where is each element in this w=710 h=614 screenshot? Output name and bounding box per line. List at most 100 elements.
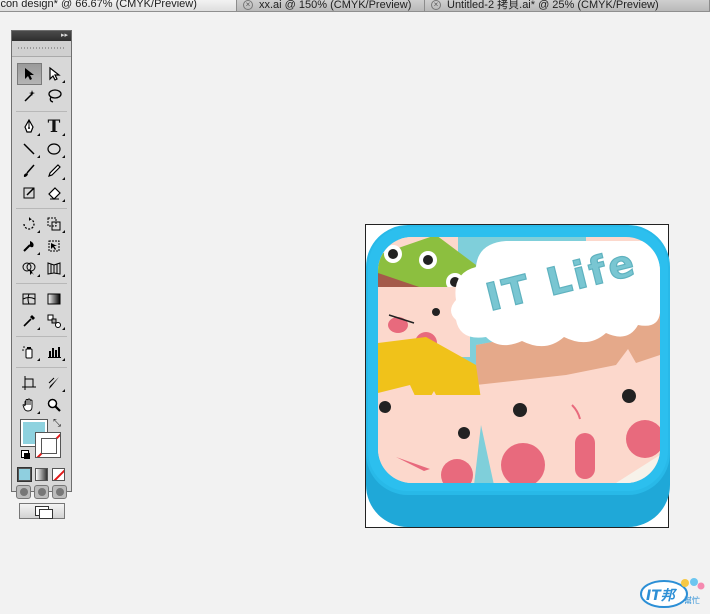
collapse-panel-icon[interactable]: ▸▸ xyxy=(61,31,68,41)
magic-wand-icon xyxy=(24,90,35,102)
flyout-indicator xyxy=(36,274,40,277)
flyout-indicator xyxy=(36,327,40,330)
spray-can-icon xyxy=(22,346,33,359)
hollow-arrow-icon xyxy=(49,66,61,81)
artboard[interactable]: IT Life xyxy=(365,224,670,528)
close-tab-icon[interactable]: × xyxy=(243,0,253,10)
symbol-sprayer-tool[interactable] xyxy=(17,341,42,363)
zoom-tool[interactable] xyxy=(42,394,67,416)
bar-graph-icon xyxy=(48,347,61,358)
rotate-tool[interactable] xyxy=(17,213,42,235)
perspective-grid-tool[interactable] xyxy=(42,257,67,279)
warp-tool[interactable] xyxy=(17,235,42,257)
tab-label: xx.ai @ 150% (CMYK/Preview) xyxy=(259,0,412,11)
swap-fill-stroke-icon[interactable]: ⤡ xyxy=(53,418,61,429)
scale-tool[interactable] xyxy=(42,213,67,235)
tab-label: icon design* @ 66.67% (CMYK/Preview) xyxy=(0,0,197,10)
magnifier-icon xyxy=(47,398,61,412)
pen-nib-icon xyxy=(24,119,34,133)
mesh-tool[interactable] xyxy=(17,288,42,310)
eraser-tool[interactable] xyxy=(42,182,67,204)
gradient-tool[interactable] xyxy=(42,288,67,310)
ellipse-icon xyxy=(47,143,61,155)
artboard-tool[interactable] xyxy=(17,372,42,394)
flyout-indicator xyxy=(61,80,65,83)
gradient-icon xyxy=(47,293,61,305)
flyout-indicator xyxy=(36,230,40,233)
flyout-indicator xyxy=(36,252,40,255)
slice-knife-icon xyxy=(48,377,59,389)
tab-untitled-2[interactable]: × Untitled-2 拷貝.ai* @ 25% (CMYK/Preview) xyxy=(425,0,710,11)
slice-tool[interactable] xyxy=(42,372,67,394)
tab-xx[interactable]: × xx.ai @ 150% (CMYK/Preview) xyxy=(237,0,425,11)
tools-panel-header[interactable]: ▸▸ xyxy=(12,31,71,41)
ellipse-tool[interactable] xyxy=(42,138,67,160)
tab-icon-design[interactable]: icon design* @ 66.67% (CMYK/Preview) xyxy=(0,0,237,11)
blend-tool[interactable] xyxy=(42,310,67,332)
shape-builder-tool[interactable] xyxy=(17,257,42,279)
tab-label: Untitled-2 拷貝.ai* @ 25% (CMYK/Preview) xyxy=(447,0,659,11)
magic-wand-tool[interactable] xyxy=(17,85,42,107)
fill-stroke-area: ⤡ xyxy=(12,418,71,466)
stroke-color-swatch[interactable] xyxy=(35,432,61,458)
none-mode-button[interactable] xyxy=(52,468,65,481)
flyout-indicator xyxy=(36,358,40,361)
flyout-indicator xyxy=(36,133,40,136)
arrow-pointer-icon xyxy=(25,68,34,80)
pencil-icon xyxy=(48,164,61,177)
draw-normal-button[interactable] xyxy=(16,485,31,499)
flyout-indicator xyxy=(61,133,65,136)
blend-icon xyxy=(47,314,61,328)
column-graph-tool[interactable] xyxy=(42,341,67,363)
scale-icon xyxy=(47,217,61,231)
svg-text:IT邦: IT邦 xyxy=(646,587,678,604)
flyout-indicator xyxy=(61,177,65,180)
close-tab-icon[interactable]: × xyxy=(431,0,441,10)
free-transform-icon xyxy=(48,240,60,252)
lasso-icon xyxy=(48,89,62,103)
blob-brush-icon xyxy=(23,187,35,199)
lasso-tool[interactable] xyxy=(42,85,67,107)
artboard-icon xyxy=(22,376,36,390)
eyedropper-tool[interactable] xyxy=(17,310,42,332)
eraser-icon xyxy=(48,187,61,200)
mesh-icon xyxy=(22,293,36,305)
blob-brush-tool[interactable] xyxy=(17,182,42,204)
direct-selection-tool[interactable] xyxy=(42,63,67,85)
line-icon xyxy=(23,143,35,155)
flyout-indicator xyxy=(61,274,65,277)
tools-panel: ▸▸ T ⤡ xyxy=(11,30,72,519)
color-mode-button[interactable] xyxy=(17,467,32,482)
gradient-mode-button[interactable] xyxy=(35,468,48,481)
flyout-indicator xyxy=(61,155,65,158)
panel-grip[interactable] xyxy=(12,41,71,57)
flyout-indicator xyxy=(36,155,40,158)
flyout-indicator xyxy=(61,199,65,202)
type-t-icon: T xyxy=(47,117,61,137)
pencil-tool[interactable] xyxy=(42,160,67,182)
flyout-indicator xyxy=(61,327,65,330)
pen-tool[interactable] xyxy=(17,116,42,138)
document-tab-bar: icon design* @ 66.67% (CMYK/Preview) × x… xyxy=(0,0,710,12)
default-fill-stroke-icon[interactable] xyxy=(21,450,30,459)
line-segment-tool[interactable] xyxy=(17,138,42,160)
eyedropper-icon xyxy=(23,315,35,327)
flyout-indicator xyxy=(61,389,65,392)
shape-builder-icon xyxy=(22,262,36,275)
flyout-indicator xyxy=(36,411,40,414)
paintbrush-icon xyxy=(23,164,35,177)
free-transform-tool[interactable] xyxy=(42,235,67,257)
flyout-indicator xyxy=(61,358,65,361)
paintbrush-tool[interactable] xyxy=(17,160,42,182)
svg-text:幫忙: 幫忙 xyxy=(684,595,700,605)
type-tool[interactable]: T xyxy=(42,116,67,138)
hand-tool[interactable] xyxy=(17,394,42,416)
rotate-icon xyxy=(23,217,35,230)
screen-mode-button[interactable] xyxy=(18,503,65,519)
warp-icon xyxy=(23,241,34,252)
perspective-grid-icon xyxy=(47,262,61,275)
draw-behind-button[interactable] xyxy=(34,485,49,499)
draw-inside-button[interactable] xyxy=(52,485,67,499)
flyout-indicator xyxy=(61,230,65,233)
selection-tool[interactable] xyxy=(16,63,42,85)
